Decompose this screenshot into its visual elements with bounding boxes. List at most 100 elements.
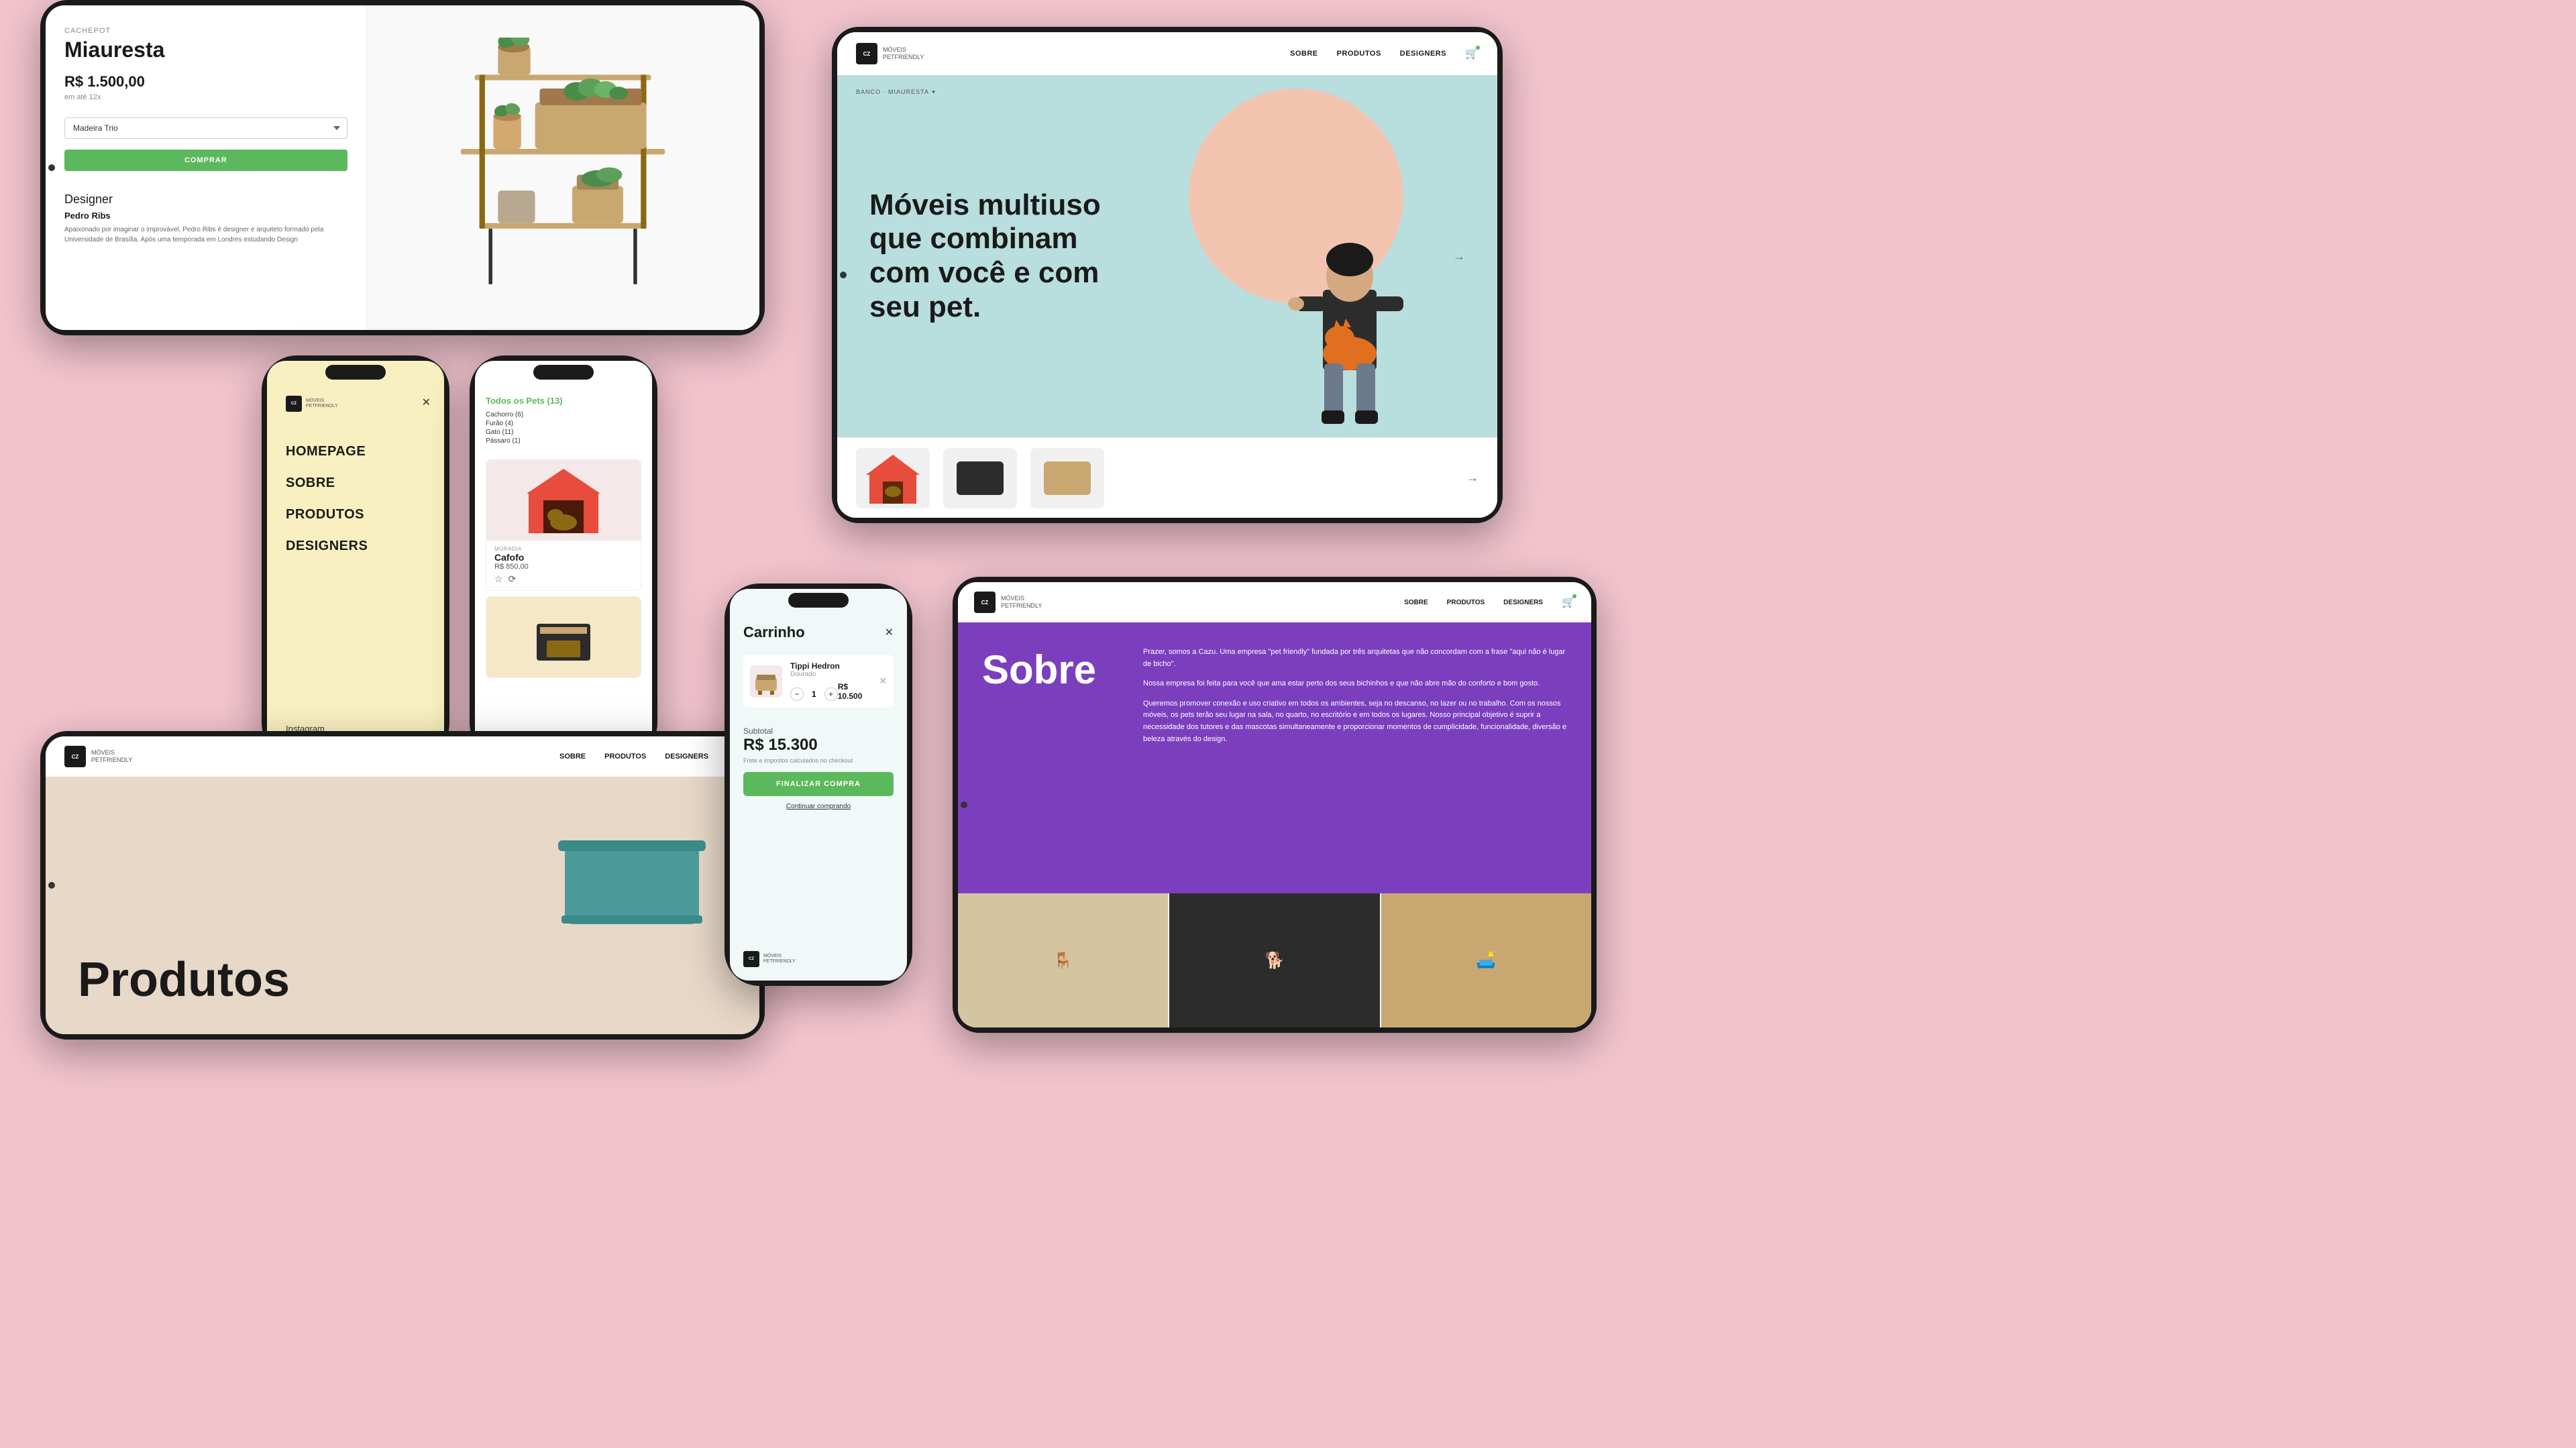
sobre-img-1: 🪑 [958, 893, 1168, 1027]
nav-link-designers[interactable]: DESIGNERS [1400, 50, 1446, 58]
produtos-nav-designers[interactable]: DESIGNERS [665, 753, 708, 761]
cart-item-illustration [751, 667, 781, 696]
phone-notch-cart [788, 593, 849, 608]
nav-links: SOBRE PRODUTOS DESIGNERS 🛒 [1290, 47, 1479, 60]
designer-bio: Apaixonado por imaginar o improvável, Pe… [64, 225, 347, 245]
tablet-camera-right [840, 272, 847, 278]
nav-link-produtos[interactable]: PRODUTOS [1337, 50, 1381, 58]
sobre-nav-sobre[interactable]: SOBRE [1404, 599, 1428, 606]
product-card-actions: ☆ ⟳ [494, 573, 633, 585]
tablet-product-detail: CACHEPOT Miauresta R$ 1.500,00 em até 12… [40, 0, 765, 335]
hero-heading: Móveis multiuso que combinam com você e … [869, 188, 1111, 324]
products-content: Todos os Pets (13) Cachorro (6) Furão (4… [475, 361, 652, 753]
menu-close-icon[interactable]: ✕ [422, 396, 431, 409]
product-category: CACHEPOT [64, 27, 347, 35]
dark-box-thumb [957, 461, 1004, 495]
cart-title: Carrinho [743, 624, 805, 641]
product-card-price: R$ 850,00 [494, 563, 633, 571]
sobre-cart-badge [1572, 594, 1576, 598]
wood-shelf-thumb [1044, 461, 1091, 495]
menu-logo-text: MÓVEISPETFRIENDLY [306, 398, 338, 410]
product-card-name: Cafofo [494, 552, 633, 563]
nav-link-sobre[interactable]: SOBRE [1290, 50, 1318, 58]
cart-item-variant: Dourado [790, 671, 871, 678]
designer-label: Designer [64, 192, 347, 207]
sobre-images: 🪑 🐕 🛋️ [958, 893, 1591, 1027]
sobre-nav: CZ MÓVEISPETFRIENDLY SOBRE PRODUTOS DESI… [958, 582, 1591, 622]
product-card-2-image [486, 597, 641, 677]
product-image-panel [367, 5, 759, 330]
sobre-text-2: Nossa empresa foi feita para você que am… [1143, 678, 1567, 690]
phone-cart-device: Carrinho ✕ Tippi Hedron Dourado [724, 583, 912, 986]
sobre-text-3: Queremos promover conexão e uso criativo… [1143, 698, 1567, 745]
qty-plus-btn[interactable]: + [824, 687, 838, 701]
cart-close-icon[interactable]: ✕ [885, 626, 894, 639]
phone-notch [325, 365, 386, 380]
sobre-cart[interactable]: 🛒 [1562, 596, 1575, 609]
hero-person [1256, 209, 1444, 437]
product-detail-view: CACHEPOT Miauresta R$ 1.500,00 em até 12… [46, 5, 759, 330]
strip-arrow[interactable]: → [1466, 471, 1479, 485]
qty-value: 1 [812, 689, 816, 699]
product-thumb-2[interactable] [943, 448, 1017, 508]
cart-content: Carrinho ✕ Tippi Hedron Dourado [730, 589, 907, 981]
menu-items: HOMEPAGE SOBRE PRODUTOS DESIGNERS [286, 444, 425, 554]
arrow-right-icon[interactable]: → [1453, 249, 1465, 264]
sobre-nav-designers[interactable]: DESIGNERS [1503, 599, 1543, 606]
produtos-nav-sobre[interactable]: SOBRE [559, 753, 586, 761]
cart-item-image [750, 665, 782, 698]
sobre-logo-text: MÓVEISPETFRIENDLY [1001, 595, 1042, 610]
continue-shopping-link[interactable]: Continuar comprando [743, 803, 894, 810]
share-icon[interactable]: ⟳ [508, 573, 517, 585]
sobre-nav-produtos[interactable]: PRODUTOS [1447, 599, 1485, 606]
logo-tagline: MÓVEISPETFRIENDLY [883, 46, 924, 61]
sobre-img-2: 🐕 [1169, 893, 1379, 1027]
buy-button[interactable]: COMPRAR [64, 150, 347, 171]
cart-tax-note: Frete e impostos calculados no checkout [743, 757, 894, 764]
object-illustration [551, 803, 719, 938]
filter-furao[interactable]: Furão (4) [486, 420, 641, 427]
cart-icon-container[interactable]: 🛒 [1465, 47, 1479, 60]
qty-minus-btn[interactable]: − [790, 687, 804, 701]
produtos-page-title: Produtos [78, 952, 290, 1007]
cart-logo-box: CZ [743, 951, 759, 967]
product-variant-select[interactable]: Madeira Trio [64, 117, 347, 139]
product-thumb-house [863, 451, 923, 505]
product-card-category: MORADIA [494, 546, 633, 552]
product-illustration [406, 38, 720, 297]
product-card[interactable]: MORADIA Cafofo R$ 850,00 ☆ ⟳ [486, 459, 641, 591]
product-card-info: MORADIA Cafofo R$ 850,00 ☆ ⟳ [486, 541, 641, 590]
filter-gato[interactable]: Gato (11) [486, 429, 641, 436]
product-info-panel: CACHEPOT Miauresta R$ 1.500,00 em até 12… [46, 5, 367, 330]
produtos-nav: CZ MÓVEISPETFRIENDLY SOBRE PRODUTOS DESI… [46, 736, 759, 777]
cart-item-price: R$ 10.500 [838, 682, 871, 701]
menu-item-produtos[interactable]: PRODUTOS [286, 507, 425, 522]
menu-item-designers[interactable]: DESIGNERS [286, 539, 425, 554]
product-thumb-1[interactable] [856, 448, 930, 508]
cart-item-name: Tippi Hedron [790, 661, 871, 671]
produto-object [551, 803, 719, 941]
checkout-button[interactable]: FINALIZAR COMPRA [743, 772, 894, 796]
sobre-text-1: Prazer, somos a Cazu. Uma empresa "pet f… [1143, 647, 1567, 670]
cafofo-illustration [517, 463, 610, 537]
cart-qty-control: − 1 + [790, 687, 838, 701]
filter-cachorro[interactable]: Cachorro (6) [486, 411, 641, 419]
breadcrumb: BANCO · MIAURESTA ✦ [856, 89, 936, 96]
cart-item-remove-btn[interactable]: ✕ [879, 675, 887, 687]
menu-item-homepage[interactable]: HOMEPAGE [286, 444, 425, 459]
subtotal-label: Subtotal [743, 726, 894, 736]
product-card-2[interactable] [486, 596, 641, 678]
site-logo: CZ MÓVEISPETFRIENDLY [856, 43, 924, 64]
sobre-logo-box: CZ [974, 592, 996, 613]
cart-item: Tippi Hedron Dourado − 1 + R$ 10.500 ✕ [743, 655, 894, 708]
produtos-nav-produtos[interactable]: PRODUTOS [604, 753, 646, 761]
designer-name: Pedro Ribs [64, 211, 347, 221]
product-thumb-3[interactable] [1030, 448, 1104, 508]
hero-section: BANCO · MIAURESTA ✦ Móveis multiuso que … [837, 75, 1497, 437]
product-price: R$ 1.500,00 [64, 73, 347, 91]
menu-item-sobre[interactable]: SOBRE [286, 476, 425, 491]
wishlist-icon[interactable]: ☆ [494, 573, 503, 585]
product-installment: em até 12x [64, 93, 347, 101]
main-nav: CZ MÓVEISPETFRIENDLY SOBRE PRODUTOS DESI… [837, 32, 1497, 75]
filter-passaro[interactable]: Pássaro (1) [486, 437, 641, 445]
